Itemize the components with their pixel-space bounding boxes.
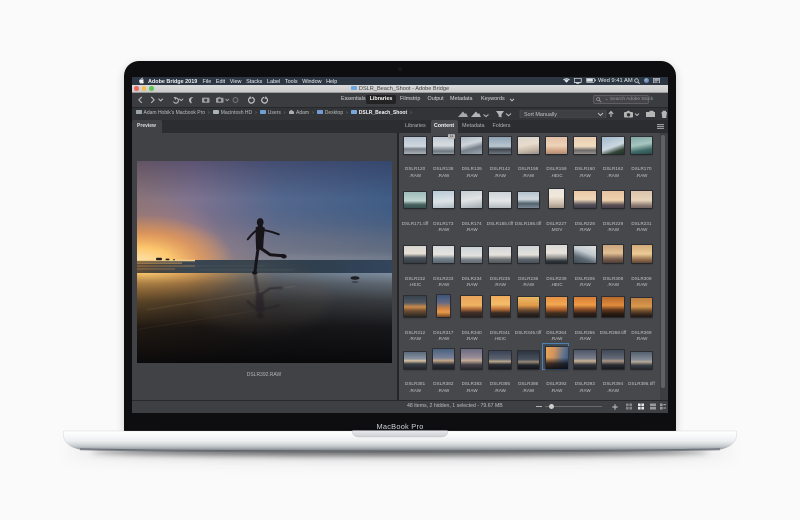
svg-text:Sort Manually: Sort Manually [524,111,557,117]
